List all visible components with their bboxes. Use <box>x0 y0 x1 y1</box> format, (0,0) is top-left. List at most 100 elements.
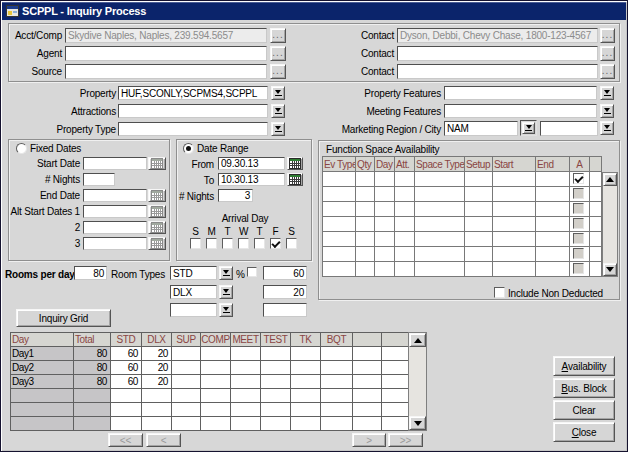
room-type-1-dropdown-button[interactable] <box>219 285 233 299</box>
grid-cell-r2c7[interactable] <box>261 375 290 388</box>
meeting-features-dropdown-button[interactable] <box>600 104 614 118</box>
contact2-field[interactable] <box>397 46 598 61</box>
fsa-cell-r1c1[interactable] <box>356 187 374 201</box>
contact1-field[interactable]: Dyson, Debbi, Chevy Chase, 1800-123-4567 <box>397 28 598 43</box>
grid-cell-r0c8[interactable] <box>291 347 320 360</box>
fsa-cell-r4c5[interactable] <box>465 232 492 246</box>
grid-cell-r1c11[interactable] <box>382 361 408 374</box>
fsa-cell-r1c7[interactable] <box>536 187 569 201</box>
grid-cell-r3c9[interactable] <box>321 389 352 402</box>
to-calendar-button[interactable] <box>287 173 303 186</box>
fsa-scrollbar-up-button[interactable] <box>603 173 617 186</box>
grid-cell-r1c3[interactable]: 20 <box>142 361 171 374</box>
pager-first-button[interactable]: << <box>108 433 143 447</box>
arrival-day-checkbox-3[interactable] <box>238 238 249 249</box>
grid-cell-r5c8[interactable] <box>291 417 320 430</box>
fsa-cell-r6c4[interactable] <box>415 262 464 276</box>
fsa-cell-r5c5[interactable] <box>465 247 492 261</box>
fsa-cell-r6c6[interactable] <box>493 262 535 276</box>
grid-cell-r2c0[interactable]: Day3 <box>11 375 73 388</box>
fsa-cell-r4c2[interactable] <box>375 232 394 246</box>
grid-cell-r0c6[interactable] <box>231 347 260 360</box>
grid-cell-r1c4[interactable] <box>172 361 200 374</box>
include-non-deducted-checkbox[interactable] <box>494 287 505 298</box>
grid-cell-r4c10[interactable] <box>353 403 381 416</box>
grid-cell-r5c3[interactable] <box>142 417 171 430</box>
fsa-cell-r3c5[interactable] <box>465 217 492 231</box>
agent-field[interactable] <box>65 46 267 61</box>
fsa-cell-r0c6[interactable] <box>493 172 535 186</box>
grid-cell-r2c3[interactable]: 20 <box>142 375 171 388</box>
acct-comp-browse-button[interactable]: ... <box>270 28 286 43</box>
grid-cell-r3c2[interactable] <box>111 389 141 402</box>
fsa-cell-r3c6[interactable] <box>493 217 535 231</box>
fsa-cell-r3c2[interactable] <box>375 217 394 231</box>
grid-cell-r1c7[interactable] <box>261 361 290 374</box>
grid-cell-r1c1[interactable]: 80 <box>74 361 110 374</box>
fsa-cell-r0c0[interactable] <box>323 172 355 186</box>
inquiry-grid-button[interactable]: Inquiry Grid <box>16 309 111 327</box>
grid-cell-r0c2[interactable]: 60 <box>111 347 141 360</box>
marketing-region-lov-inner-button[interactable] <box>522 122 535 134</box>
room-type-0-field[interactable]: STD <box>170 266 217 280</box>
property-features-field[interactable] <box>444 86 597 100</box>
agent-browse-button[interactable]: ... <box>270 46 286 61</box>
property-features-dropdown-button[interactable] <box>600 86 614 100</box>
contact3-field[interactable] <box>397 64 598 79</box>
fsa-row-6-avail-checkbox[interactable] <box>573 263 584 274</box>
from-field[interactable]: 09.30.13 <box>218 157 285 170</box>
fsa-cell-r5c4[interactable] <box>415 247 464 261</box>
fsa-cell-r1c0[interactable] <box>323 187 355 201</box>
pager-next-button[interactable]: > <box>352 433 386 447</box>
grid-cell-r3c6[interactable] <box>231 389 260 402</box>
contact1-browse-button[interactable]: ... <box>600 28 615 43</box>
grid-cell-r3c5[interactable] <box>201 389 230 402</box>
fsa-cell-r0c7[interactable] <box>536 172 569 186</box>
property-field[interactable]: HUF,SCONLY,SCPMS4,SCPPL <box>118 86 268 100</box>
grid-cell-r2c8[interactable] <box>291 375 320 388</box>
fsa-cell-r6c1[interactable] <box>356 262 374 276</box>
pager-last-button[interactable]: >> <box>388 433 423 447</box>
close-button[interactable]: Close <box>553 422 615 442</box>
arrival-day-checkbox-6[interactable] <box>286 238 297 249</box>
fsa-cell-r2c3[interactable] <box>395 202 414 216</box>
fsa-row-3-avail-checkbox[interactable] <box>573 218 584 229</box>
grid-cell-r3c4[interactable] <box>172 389 200 402</box>
grid-cell-r2c1[interactable]: 80 <box>74 375 110 388</box>
grid-scrollbar[interactable] <box>408 332 427 431</box>
fsa-cell-r4c9[interactable] <box>590 232 601 246</box>
fsa-cell-r2c1[interactable] <box>356 202 374 216</box>
grid-cell-r1c9[interactable] <box>321 361 352 374</box>
room-type-2-field[interactable] <box>170 303 217 317</box>
fsa-cell-r1c6[interactable] <box>493 187 535 201</box>
grid-cell-r4c5[interactable] <box>201 403 230 416</box>
fsa-cell-r3c3[interactable] <box>395 217 414 231</box>
fsa-row-5-avail-checkbox[interactable] <box>573 248 584 259</box>
fsa-scrollbar[interactable] <box>602 172 618 277</box>
room-type-2-value-field[interactable] <box>263 303 307 317</box>
fsa-cell-r4c3[interactable] <box>395 232 414 246</box>
source-field[interactable] <box>65 64 267 79</box>
grid-cell-r5c5[interactable] <box>201 417 230 430</box>
fixed-row-3-field[interactable] <box>83 205 147 218</box>
arrival-day-checkbox-0[interactable] <box>190 238 201 249</box>
fsa-cell-r1c9[interactable] <box>590 187 601 201</box>
grid-cell-r4c9[interactable] <box>321 403 352 416</box>
grid-cell-r1c10[interactable] <box>353 361 381 374</box>
fixed-row-3-calendar-button[interactable] <box>148 205 166 218</box>
fixed-row-1-field[interactable] <box>83 173 115 186</box>
fsa-cell-r0c9[interactable] <box>590 172 601 186</box>
fsa-cell-r4c1[interactable] <box>356 232 374 246</box>
fsa-cell-r0c3[interactable] <box>395 172 414 186</box>
room-type-1-value-field[interactable]: 20 <box>263 285 307 299</box>
fsa-scrollbar-down-button[interactable] <box>603 263 617 276</box>
room-type-2-dropdown-button[interactable] <box>219 303 233 317</box>
fsa-cell-r0c1[interactable] <box>356 172 374 186</box>
grid-cell-r0c7[interactable] <box>261 347 290 360</box>
grid-cell-r2c11[interactable] <box>382 375 408 388</box>
fsa-cell-r1c2[interactable] <box>375 187 394 201</box>
grid-cell-r4c8[interactable] <box>291 403 320 416</box>
grid-cell-r0c4[interactable] <box>172 347 200 360</box>
grid-cell-r0c10[interactable] <box>353 347 381 360</box>
fsa-cell-r3c4[interactable] <box>415 217 464 231</box>
